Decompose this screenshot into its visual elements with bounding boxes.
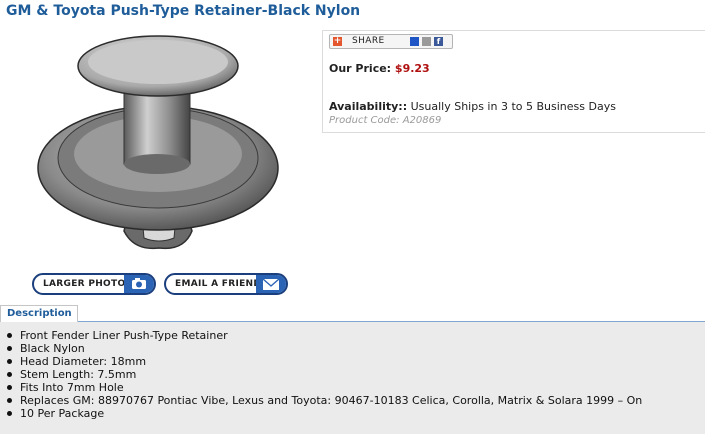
email-friend-button[interactable]: EMAIL A FRIEND xyxy=(164,273,288,295)
tab-description[interactable]: Description xyxy=(0,305,78,322)
list-item: Stem Length: 7.5mm xyxy=(6,368,642,381)
product-code: Product Code: A20869 xyxy=(329,115,442,126)
description-panel: Front Fender Liner Push-Type Retainer Bl… xyxy=(0,322,705,434)
camera-icon xyxy=(124,275,154,293)
price-row: Our Price: $9.23 xyxy=(329,62,430,75)
product-title: GM & Toyota Push-Type Retainer-Black Nyl… xyxy=(6,3,361,19)
price-value: $9.23 xyxy=(394,62,430,75)
plus-icon: + xyxy=(333,36,342,46)
list-item: Replaces GM: 88970767 Pontiac Vibe, Lexu… xyxy=(6,394,642,407)
list-item: Head Diameter: 18mm xyxy=(6,355,642,368)
list-item: Fits Into 7mm Hole xyxy=(6,381,642,394)
product-info-box: + SHARE f Our Price: $9.23 Availability:… xyxy=(322,30,705,133)
email-friend-label: EMAIL A FRIEND xyxy=(175,279,262,289)
tab-description-label: Description xyxy=(7,308,72,319)
availability-label: Availability:: xyxy=(329,100,408,113)
larger-photo-label: LARGER PHOTO xyxy=(43,279,126,289)
facebook-icon: f xyxy=(434,37,443,46)
product-photo[interactable] xyxy=(34,26,282,272)
share-label: SHARE xyxy=(352,36,385,46)
list-item: Black Nylon xyxy=(6,342,642,355)
delicious-icon xyxy=(410,37,419,46)
price-label: Our Price: xyxy=(329,62,392,75)
larger-photo-button[interactable]: LARGER PHOTO xyxy=(32,273,156,295)
availability-row: Availability:: Usually Ships in 3 to 5 B… xyxy=(329,100,616,113)
list-item: 10 Per Package xyxy=(6,407,642,420)
envelope-icon xyxy=(256,275,286,293)
digg-icon xyxy=(422,37,431,46)
description-list: Front Fender Liner Push-Type Retainer Bl… xyxy=(6,329,642,420)
list-item: Front Fender Liner Push-Type Retainer xyxy=(6,329,642,342)
share-button[interactable]: + SHARE f xyxy=(329,34,453,49)
availability-value: Usually Ships in 3 to 5 Business Days xyxy=(410,100,616,113)
